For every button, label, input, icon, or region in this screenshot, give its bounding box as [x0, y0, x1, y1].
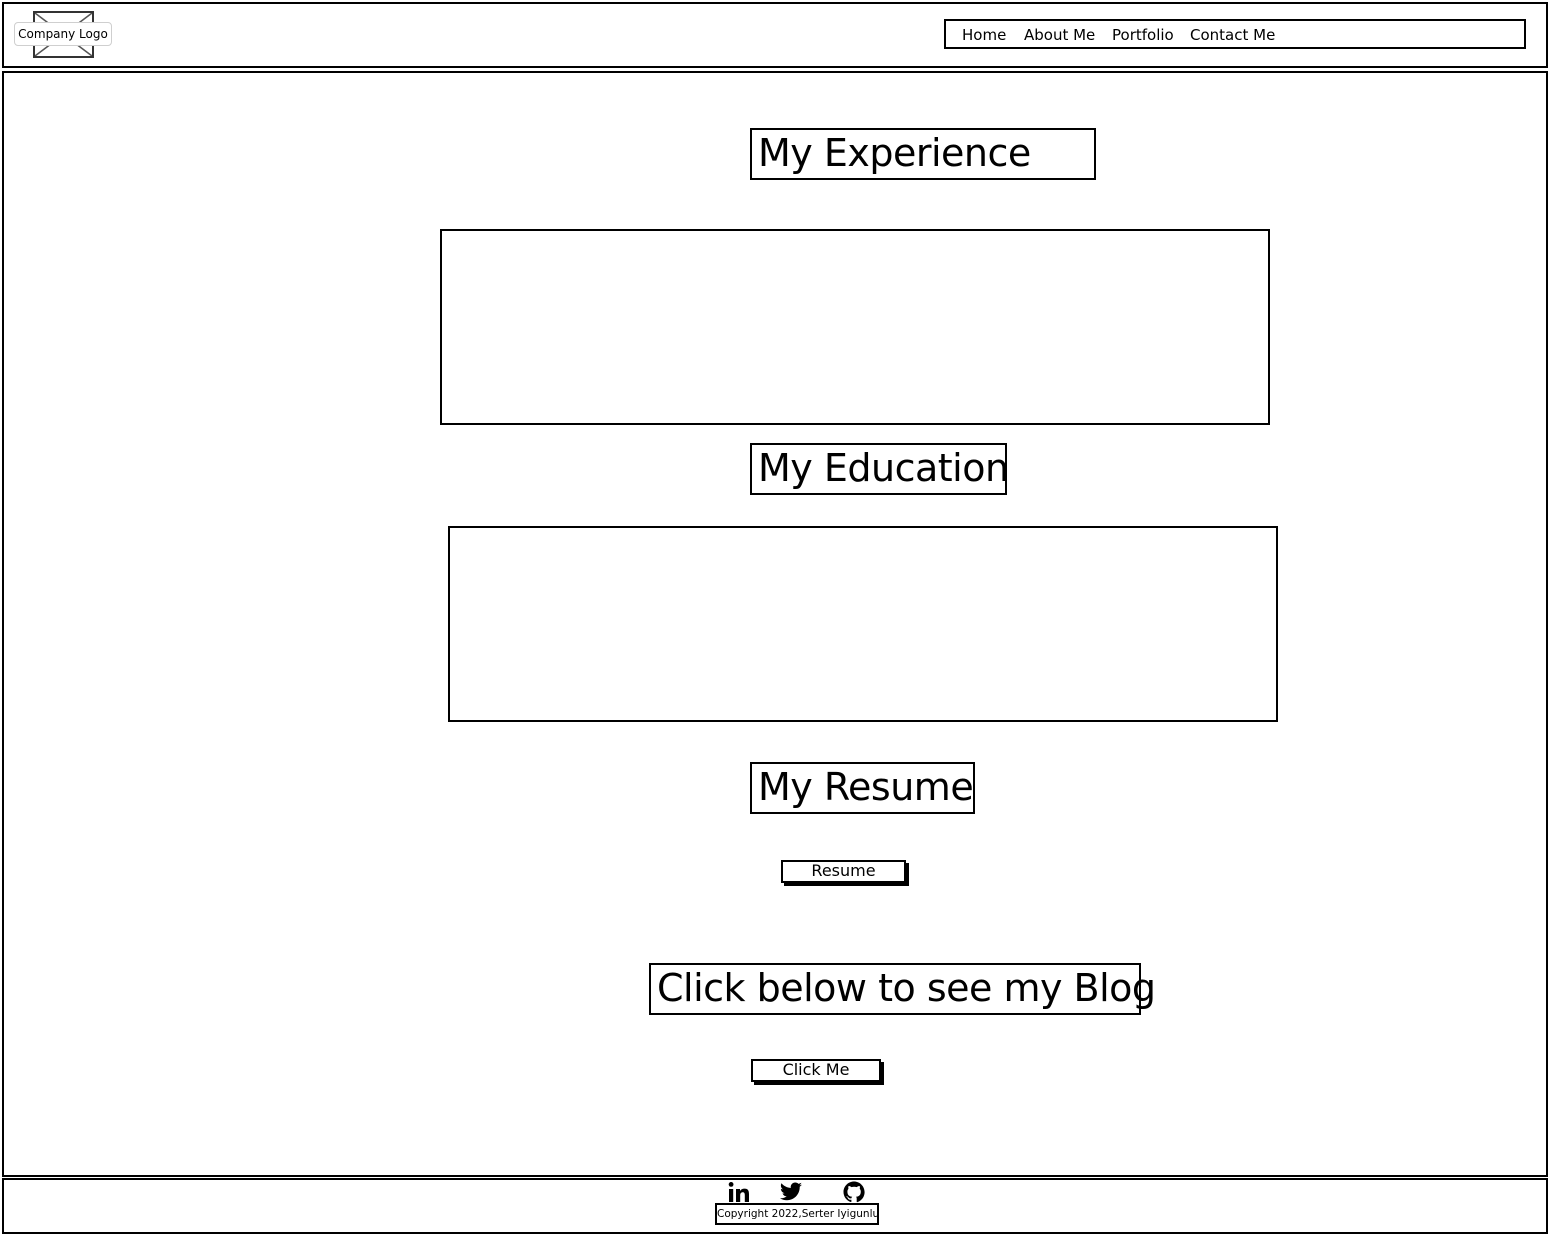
nav-item-about-me[interactable]: About Me — [1024, 25, 1095, 45]
logo-label: Company Logo — [14, 22, 112, 46]
resume-button[interactable]: Resume — [781, 860, 906, 883]
blog-heading: Click below to see my Blog — [649, 963, 1156, 1015]
nav-bar: Home About Me Portfolio Contact Me — [944, 19, 1526, 49]
experience-content-box — [440, 229, 1270, 425]
nav-item-contact-me[interactable]: Contact Me — [1190, 25, 1275, 45]
education-content-box — [448, 526, 1278, 722]
resume-heading: My Resume — [750, 762, 975, 814]
nav-item-home[interactable]: Home — [962, 25, 1006, 45]
nav-item-portfolio[interactable]: Portfolio — [1112, 25, 1174, 45]
linkedin-icon[interactable] — [727, 1180, 751, 1204]
blog-click-me-button[interactable]: Click Me — [751, 1059, 881, 1082]
twitter-icon[interactable] — [779, 1180, 803, 1204]
github-icon[interactable] — [842, 1180, 866, 1204]
copyright-text: Copyright 2022,Serter Iyigunlu — [715, 1203, 879, 1225]
education-heading: My Education — [750, 443, 1009, 495]
experience-heading: My Experience — [750, 128, 1096, 180]
